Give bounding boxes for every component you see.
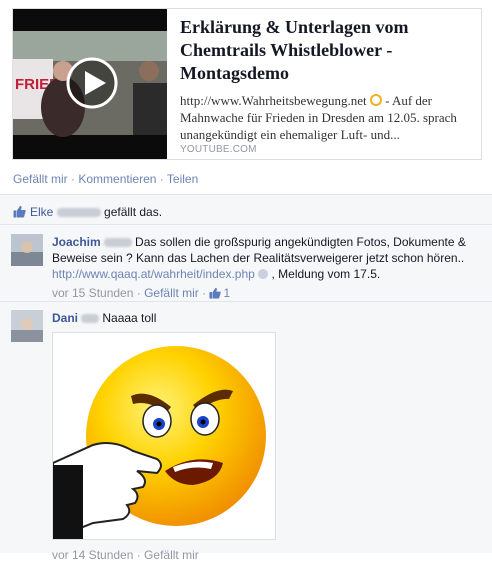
likes-sentence: Elke gefällt das. [13, 205, 162, 219]
like-link[interactable]: Gefällt mir [13, 172, 68, 186]
profile-picture [11, 234, 43, 266]
comment-text: Naaaa toll [99, 311, 157, 325]
redacted-name [56, 208, 101, 217]
angry-smiley-image [53, 346, 266, 539]
comment-url[interactable]: http://www.qaaq.at/wahrheit/index.php [52, 267, 255, 281]
video-thumbnail[interactable]: FRIED [13, 9, 167, 159]
separator: · [71, 172, 76, 186]
post-action-bar: Gefällt mir · Kommentieren · Teilen [13, 172, 198, 186]
emoji-icon [369, 94, 382, 106]
comment-link[interactable]: Kommentieren [78, 172, 156, 186]
comment-meta: vor 14 Stunden · Gefällt mir [52, 548, 199, 562]
shared-link-title[interactable]: Erklärung & Unterlagen vom Chemtrails Wh… [180, 16, 476, 85]
divider [0, 301, 492, 302]
video-preview-image: FRIED [13, 9, 167, 159]
shared-link-source: YOUTUBE.COM [180, 144, 257, 155]
share-link[interactable]: Teilen [167, 172, 198, 186]
comment-meta: vor 15 Stunden · Gefällt mir · 1 [52, 286, 231, 300]
comment-attached-image[interactable] [52, 332, 276, 540]
comment-author[interactable]: Dani [52, 311, 78, 325]
liker-name[interactable]: Elke [30, 205, 53, 219]
thumbs-up-icon [209, 287, 222, 299]
separator: · [159, 172, 164, 186]
profile-picture [11, 310, 43, 342]
comment-time[interactable]: vor 15 Stunden [52, 286, 133, 300]
comment-text: Joachim Das sollen die großspurig angekü… [52, 235, 466, 281]
avatar[interactable] [11, 234, 43, 266]
shared-link-description: http://www.Wahrheitsbewegung.net - Auf d… [180, 93, 457, 142]
avatar[interactable] [11, 310, 43, 342]
comment-author[interactable]: Joachim [52, 235, 101, 249]
comment-like-count[interactable]: 1 [223, 286, 230, 300]
link-preview-icon [258, 269, 269, 279]
divider [0, 224, 492, 225]
redacted-name [81, 314, 100, 323]
comment-like-link[interactable]: Gefällt mir [144, 286, 199, 300]
comments-section: Elke gefällt das. Joachim Das sollen die… [0, 195, 492, 553]
link-share-card[interactable]: FRIED Erklärung & Unterlagen vom Chemtra… [12, 8, 482, 160]
thumbs-up-icon [13, 205, 26, 218]
redacted-name [103, 238, 132, 247]
